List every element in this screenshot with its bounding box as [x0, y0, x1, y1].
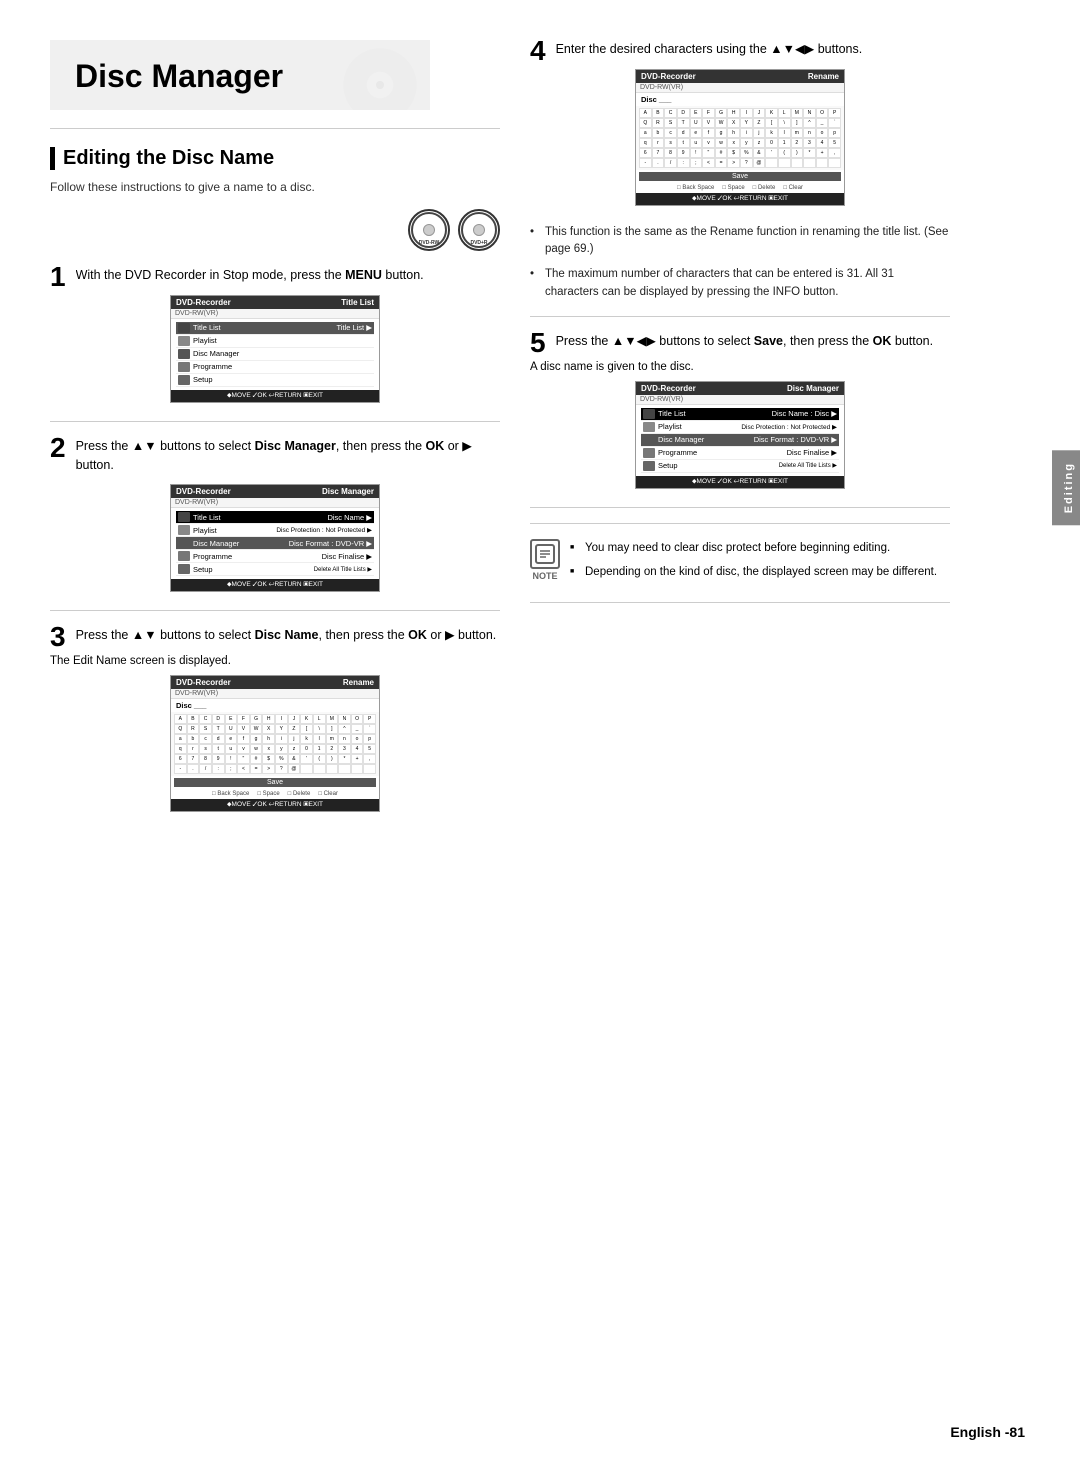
step5-text: Press the ▲▼◀▶ buttons to select Save, t…: [556, 332, 950, 351]
disc-manager-header: Disc Manager: [50, 40, 430, 110]
step1: 1 With the DVD Recorder in Stop mode, pr…: [50, 266, 500, 403]
step3-number: 3: [50, 623, 66, 651]
step3-text: Press the ▲▼ buttons to select Disc Name…: [76, 626, 500, 645]
header-divider: [50, 128, 500, 129]
dvd-rw-icon: DVD-RW: [408, 209, 450, 251]
step3: 3 Press the ▲▼ buttons to select Disc Na…: [50, 626, 500, 812]
editing-tab: Editing: [1052, 450, 1080, 525]
step1-text: With the DVD Recorder in Stop mode, pres…: [76, 266, 500, 285]
note-text-2: Depending on the kind of disc, the displ…: [570, 563, 937, 581]
dvd-r-icon: DVD+R: [458, 209, 500, 251]
step2-number: 2: [50, 434, 66, 462]
note-icon: [530, 539, 560, 569]
step1-divider: [50, 421, 500, 422]
step5: 5 Press the ▲▼◀▶ buttons to select Save,…: [530, 332, 950, 489]
note-text-1: You may need to clear disc protect befor…: [570, 539, 937, 557]
note-divider: [530, 507, 950, 508]
note-label: NOTE: [532, 571, 557, 581]
page-title: Disc Manager: [75, 58, 405, 95]
step5-subtext: A disc name is given to the disc.: [530, 361, 950, 373]
step2: 2 Press the ▲▼ buttons to select Disc Ma…: [50, 437, 500, 593]
screen-mockup-5: DVD-Recorder Disc Manager DVD-RW(VR) Tit…: [635, 381, 845, 489]
note-section: NOTE You may need to clear disc protect …: [530, 523, 950, 588]
footer: English -81: [950, 1424, 1025, 1440]
step2-divider: [50, 610, 500, 611]
page-container: Editing Disc Manager Editing the Disc Na…: [0, 0, 1080, 1470]
section-title: Editing the Disc Name: [63, 147, 274, 170]
rename-screen-3: DVD-Recorder Rename DVD-RW(VR) Disc ___ …: [170, 675, 380, 812]
bullet-note-2: The maximum number of characters that ca…: [530, 266, 950, 301]
section-heading: Editing the Disc Name: [50, 147, 500, 170]
bullet-notes: This function is the same as the Rename …: [530, 224, 950, 301]
bullet-note-1: This function is the same as the Rename …: [530, 224, 950, 259]
step4-number: 4: [530, 37, 546, 65]
step5-number: 5: [530, 329, 546, 357]
step4-text: Enter the desired characters using the ▲…: [530, 40, 950, 59]
step4: 4 Enter the desired characters using the…: [530, 40, 950, 206]
step4-divider: [530, 316, 950, 317]
step1-number: 1: [50, 263, 66, 291]
step2-text: Press the ▲▼ buttons to select Disc Mana…: [76, 437, 500, 475]
footer-divider: [530, 602, 950, 603]
note-text: You may need to clear disc protect befor…: [570, 539, 937, 588]
step3-subtext: The Edit Name screen is displayed.: [50, 655, 500, 667]
screen-mockup-1: DVD-Recorder Title List DVD-RW(VR) Title…: [170, 295, 380, 403]
rename-screen-4: DVD-Recorder Rename DVD-RW(VR) Disc ___ …: [635, 69, 845, 206]
follow-text: Follow these instructions to give a name…: [50, 180, 500, 194]
dvd-icons-row: DVD-RW DVD+R: [50, 209, 500, 251]
screen-mockup-2: DVD-Recorder Disc Manager DVD-RW(VR) Tit…: [170, 484, 380, 592]
